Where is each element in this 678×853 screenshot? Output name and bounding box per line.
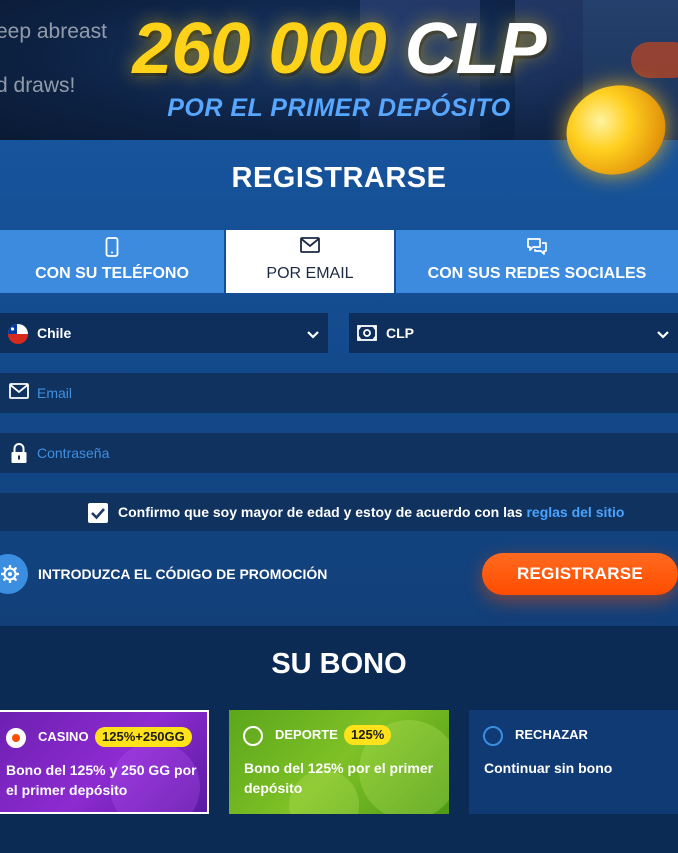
envelope-icon: [226, 237, 394, 257]
sport-bonus-badge: 125%: [344, 725, 392, 745]
email-field-wrapper: [0, 373, 678, 413]
sport-option-name: DEPORTE: [275, 727, 338, 742]
bonus-option-sport[interactable]: DEPORTE 125% Bono del 125% por el primer…: [229, 710, 449, 814]
phone-icon: [0, 237, 224, 257]
bonus-option-casino[interactable]: CASINO 125%+250GG Bono del 125% y 250 GG…: [0, 710, 209, 814]
sport-radio[interactable]: [243, 726, 263, 746]
age-consent-label: Confirmo que soy mayor de edad y estoy d…: [118, 504, 625, 520]
tab-social[interactable]: CON SUS REDES SOCIALES: [396, 230, 678, 293]
password-field-wrapper: [0, 433, 678, 473]
checkmark-icon: [91, 508, 105, 520]
casino-option-name: CASINO: [38, 729, 89, 744]
promo-code-toggle[interactable]: [0, 554, 28, 594]
bonus-option-reject[interactable]: RECHAZAR Continuar sin bono: [469, 710, 678, 814]
bonus-section: SU BONO CASINO 125%+250GG Bono del 125% …: [0, 626, 678, 853]
promo-code-label[interactable]: INTRODUZCA EL CÓDIGO DE PROMOCIÓN: [38, 566, 327, 582]
tab-label: CON SUS REDES SOCIALES: [427, 265, 647, 282]
country-select[interactable]: Chile: [0, 313, 328, 353]
chat-bubbles-icon: [396, 237, 678, 257]
tab-label: POR EMAIL: [266, 265, 354, 282]
chevron-down-icon: [306, 327, 320, 345]
reject-option-name: RECHAZAR: [515, 727, 588, 742]
chile-flag-icon: [8, 324, 28, 349]
age-consent-checkbox[interactable]: [88, 503, 108, 523]
tab-label: CON SU TELÉFONO: [35, 265, 189, 282]
registration-title: REGISTRARSE: [231, 162, 447, 194]
reject-radio[interactable]: [483, 726, 503, 746]
register-button[interactable]: REGISTRARSE: [482, 553, 678, 595]
tab-phone[interactable]: CON SU TELÉFONO: [0, 230, 224, 293]
country-value: Chile: [37, 325, 72, 341]
sport-bonus-description: Bono del 125% por el primer depósito: [244, 760, 434, 796]
email-field[interactable]: [37, 373, 637, 413]
casino-bonus-badge: 125%+250GG: [95, 727, 192, 747]
bonus-amount: 260 000: [132, 9, 386, 89]
reject-bonus-description: Continuar sin bono: [484, 760, 613, 776]
bonus-title: SU BONO: [271, 648, 407, 680]
casino-bonus-description: Bono del 125% y 250 GG por el primer dep…: [6, 762, 197, 798]
currency-select[interactable]: CLP: [349, 313, 678, 353]
bonus-amount-headline: 260 000 CLP: [0, 8, 678, 90]
site-rules-link[interactable]: reglas del sitio: [526, 504, 624, 520]
gear-icon: [0, 564, 20, 588]
registration-form: REGISTRARSE CON SU TELÉFONO POR EMAIL CO…: [0, 140, 678, 626]
banknote-icon: [357, 325, 377, 346]
casino-radio[interactable]: [6, 728, 26, 748]
chevron-down-icon: [656, 327, 670, 345]
password-field[interactable]: [37, 433, 637, 473]
currency-value: CLP: [386, 325, 414, 341]
registration-method-tabs: CON SU TELÉFONO POR EMAIL CON SUS REDES …: [0, 230, 678, 293]
envelope-icon: [9, 383, 29, 404]
lock-icon: [10, 442, 28, 469]
age-consent-row: Confirmo que soy mayor de edad y estoy d…: [0, 493, 678, 531]
tab-email[interactable]: POR EMAIL: [226, 230, 394, 293]
consent-text: Confirmo que soy mayor de edad y estoy d…: [118, 504, 523, 520]
bonus-currency: CLP: [404, 9, 547, 89]
